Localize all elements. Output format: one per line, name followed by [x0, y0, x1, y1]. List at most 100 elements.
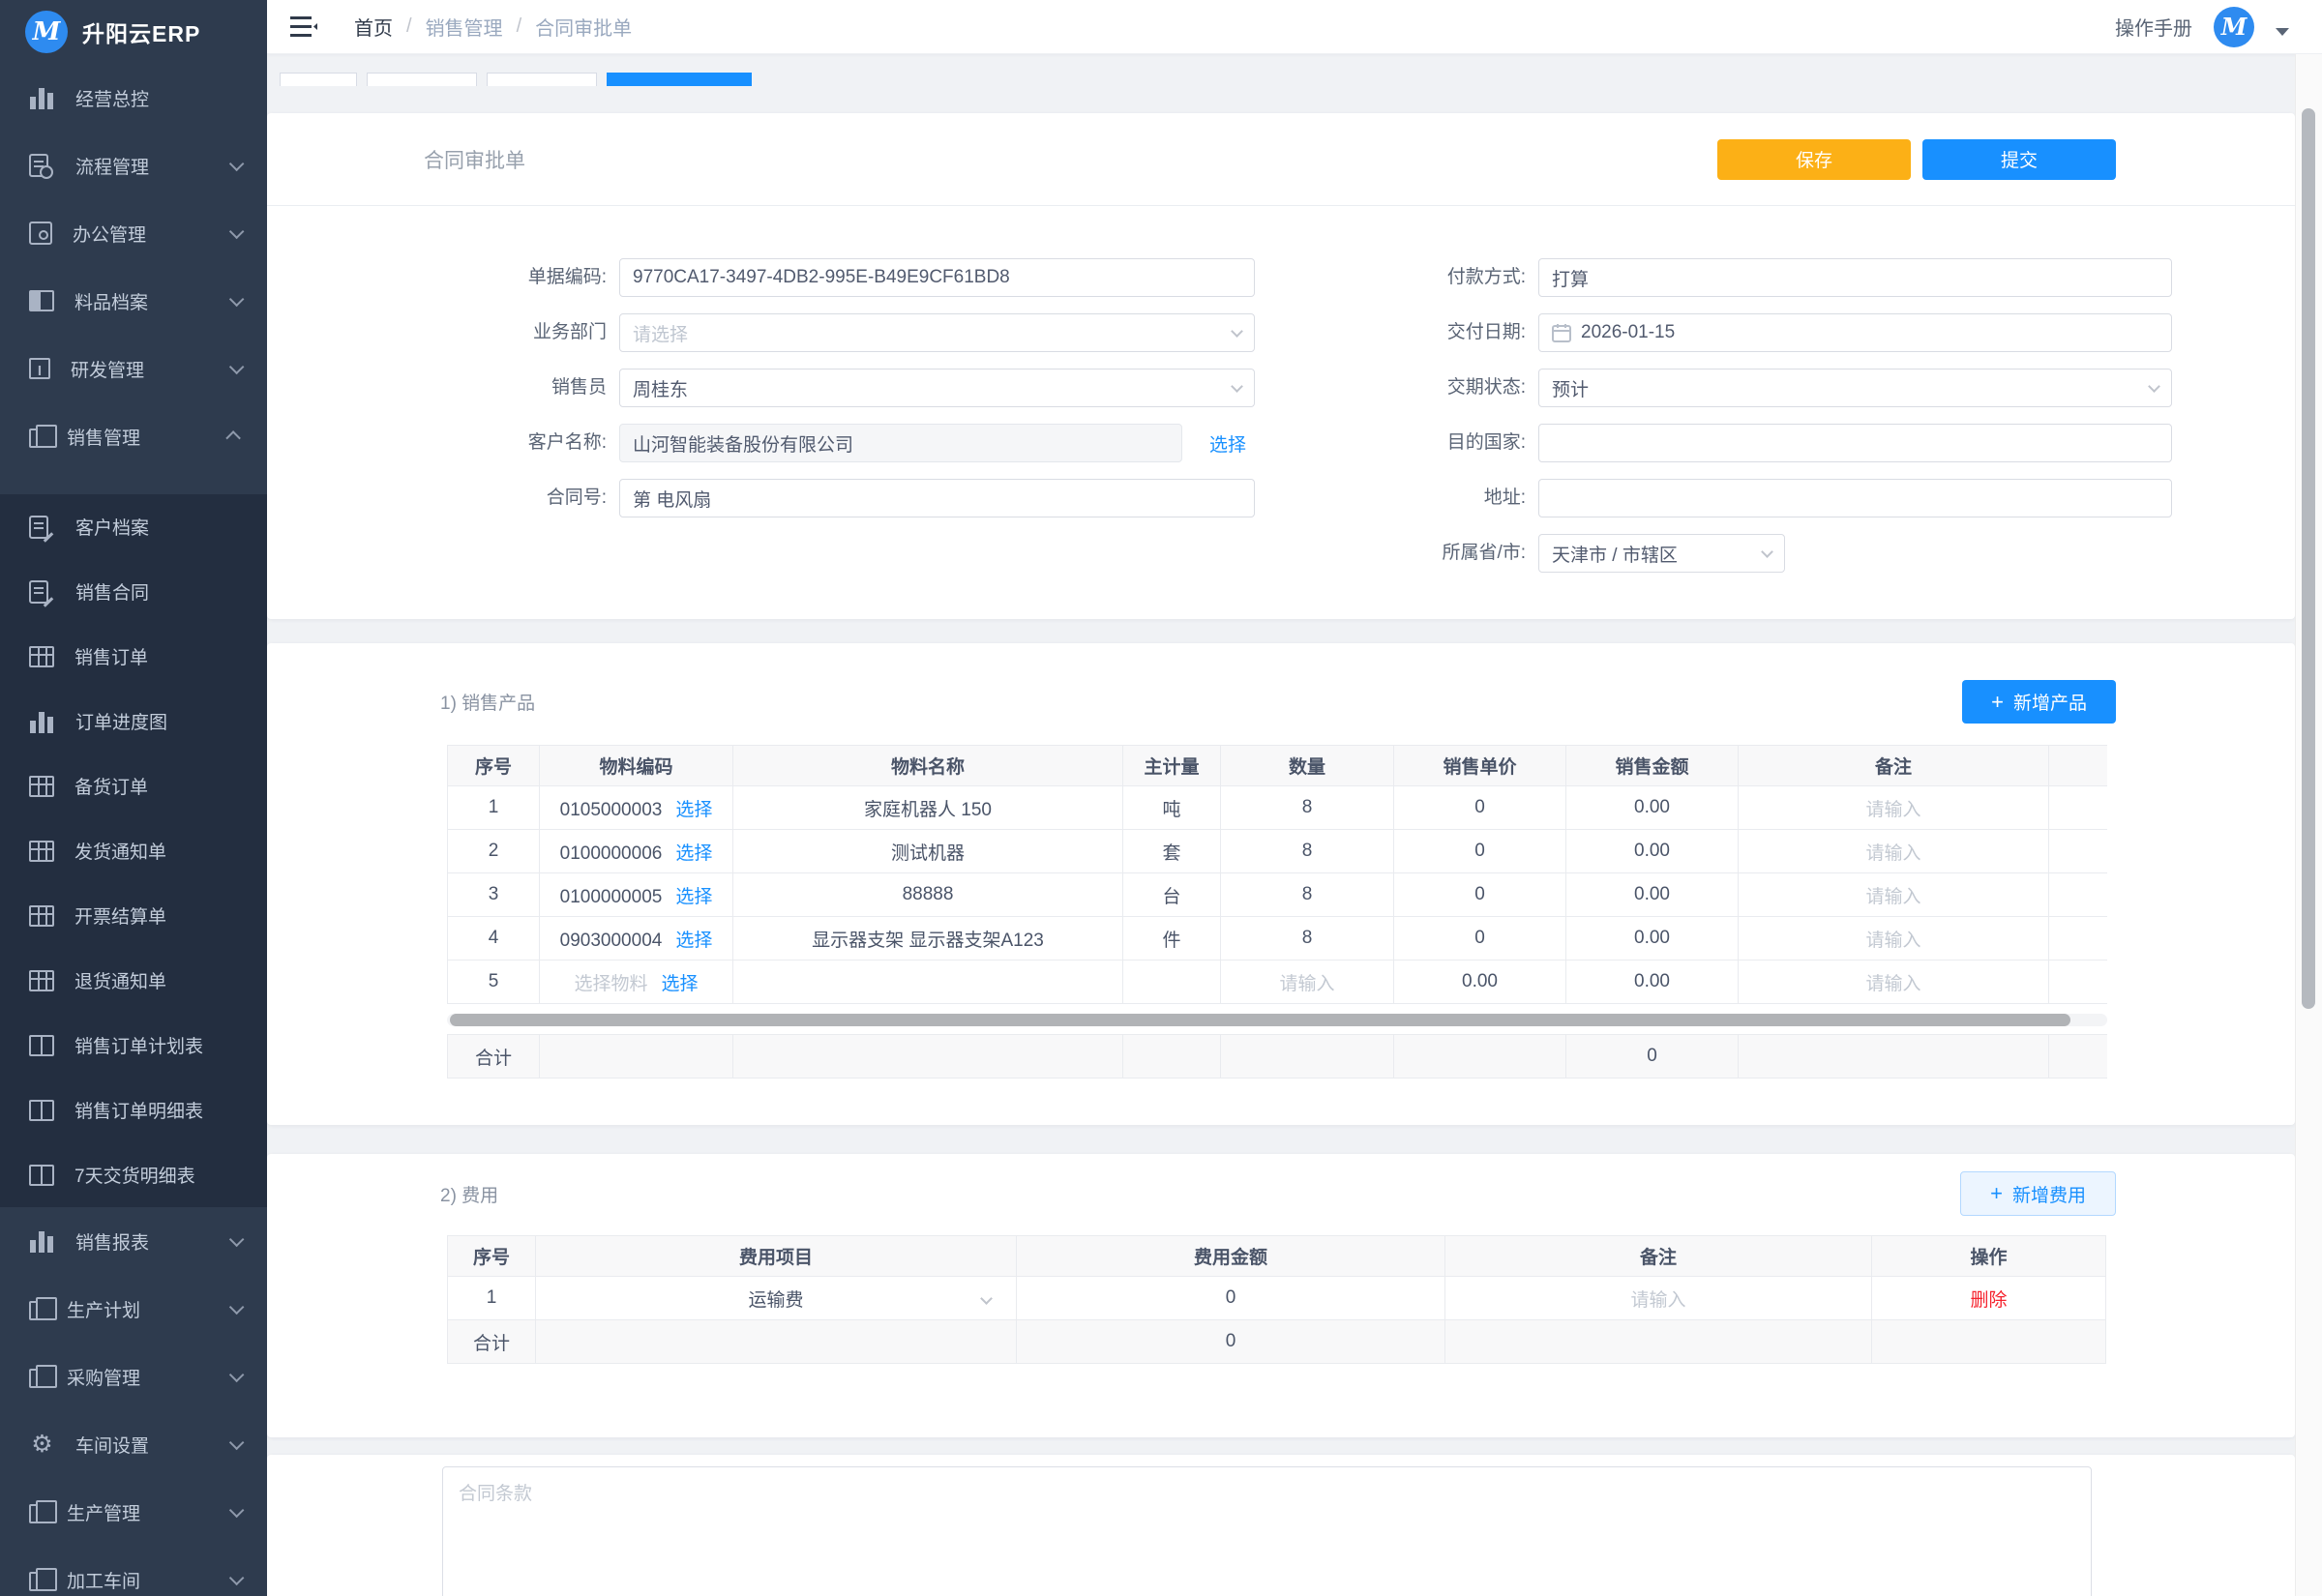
sidebar-item-workshop-settings[interactable]: ⚙ 车间设置: [0, 1410, 267, 1478]
dest-country-input[interactable]: [1538, 424, 2172, 462]
add-product-button[interactable]: +新增产品: [1962, 680, 2116, 724]
note-cell[interactable]: 请输入: [1739, 917, 2049, 961]
chevron-down-icon: [1761, 546, 1773, 558]
vertical-scrollbar-thumb[interactable]: [2302, 108, 2315, 1009]
sidebar-item-production-plan[interactable]: 生产计划: [0, 1275, 267, 1343]
price-cell[interactable]: 0.00: [1394, 961, 1566, 1004]
save-button[interactable]: 保存: [1717, 139, 1911, 180]
payment-method-input[interactable]: [1538, 258, 2172, 297]
material-select-link[interactable]: 选择: [662, 974, 699, 994]
sidebar-item-sales-order-plan[interactable]: 销售订单计划表: [0, 1013, 267, 1078]
rd-icon: [29, 358, 50, 379]
dept-select[interactable]: 请选择: [619, 313, 1255, 352]
add-fee-button[interactable]: +新增费用: [1960, 1171, 2116, 1216]
contract-no-input[interactable]: [619, 479, 1255, 517]
delivery-date-input[interactable]: 2026-01-15: [1538, 313, 2172, 352]
collapse-sidebar-icon[interactable]: [290, 16, 317, 38]
qty-cell[interactable]: 8: [1221, 917, 1394, 961]
sales-products-card: 1) 销售产品 +新增产品 序号物料编码物料名称 主计量数量销售单价 销售金额备…: [267, 643, 2295, 1125]
sidebar-item-customer-archive[interactable]: 客户档案: [0, 494, 267, 559]
qty-cell[interactable]: 8: [1221, 873, 1394, 917]
qty-cell[interactable]: 8: [1221, 830, 1394, 873]
sidebar-item-processing-workshop[interactable]: 加工车间: [0, 1546, 267, 1596]
horizontal-scrollbar-thumb[interactable]: [450, 1014, 2070, 1026]
address-input[interactable]: [1538, 479, 2172, 517]
breadcrumb-current-page: 合同审批单: [535, 13, 632, 41]
sidebar-item-return-notice[interactable]: 退货通知单: [0, 948, 267, 1013]
sidebar-item-sales-order[interactable]: 销售订单: [0, 624, 267, 689]
process-doc-icon: [29, 154, 48, 177]
office-card-icon: [29, 222, 52, 245]
fee-amount-cell[interactable]: 0: [1017, 1277, 1445, 1320]
chevron-down-icon: [1231, 325, 1243, 338]
doc-edit-icon: [29, 580, 48, 604]
sidebar-item-purchase-mgmt[interactable]: 采购管理: [0, 1343, 267, 1410]
customer-select-link[interactable]: 选择: [1209, 430, 1246, 457]
vertical-scrollbar[interactable]: [2295, 54, 2322, 1596]
sidebar-item-process-mgmt[interactable]: 流程管理: [0, 132, 267, 199]
material-select-link[interactable]: 选择: [675, 843, 712, 864]
province-select[interactable]: 天津市 / 市辖区: [1538, 534, 1785, 573]
qty-cell[interactable]: 请输入: [1221, 961, 1394, 1004]
tab-sales-contract[interactable]: 销售合同: [487, 73, 597, 86]
note-cell[interactable]: 请输入: [1739, 873, 2049, 917]
manual-link[interactable]: 操作手册: [2115, 13, 2192, 41]
horizontal-scrollbar[interactable]: [447, 1014, 2107, 1026]
note-cell[interactable]: 请输入: [1739, 786, 2049, 830]
plus-icon: +: [1990, 1183, 2003, 1204]
sidebar-item-office-mgmt[interactable]: 办公管理: [0, 199, 267, 267]
sidebar-item-materials-archive[interactable]: 料品档案: [0, 267, 267, 335]
chevron-down-icon: [229, 1502, 245, 1518]
files-icon: [29, 1301, 46, 1320]
products-table: 序号物料编码物料名称 主计量数量销售单价 销售金额备注操作 1 01050000…: [447, 745, 2107, 1004]
contract-form: 单据编码: 付款方式: 业务部门 请选择 交付日期: 2026-01-15: [267, 206, 2295, 619]
breadcrumb-home[interactable]: 首页: [354, 13, 393, 41]
bar-chart-icon: [29, 86, 55, 109]
price-cell[interactable]: 0: [1394, 873, 1566, 917]
chevron-down-icon: [229, 223, 245, 239]
delete-row-link[interactable]: 删除: [1970, 1290, 2007, 1311]
breadcrumb-sales-mgmt[interactable]: 销售管理: [426, 13, 503, 41]
doc-code-input[interactable]: [619, 258, 1255, 297]
price-cell[interactable]: 0: [1394, 786, 1566, 830]
chevron-down-icon[interactable]: [2276, 28, 2289, 36]
avatar[interactable]: M: [2214, 7, 2254, 47]
note-cell[interactable]: 请输入: [1739, 961, 2049, 1004]
sidebar-item-7day-delivery-detail[interactable]: 7天交货明细表: [0, 1142, 267, 1207]
fees-table-viewport: 序号费用项目费用金额 备注操作 1 运输费 0 请输入 删除 合计: [447, 1235, 2107, 1364]
material-select-link[interactable]: 选择: [675, 931, 712, 951]
salesman-select[interactable]: 周桂东: [619, 369, 1255, 407]
tab-contract-approval[interactable]: 合同审批单: [607, 73, 752, 86]
contract-terms-textarea[interactable]: [442, 1466, 2092, 1596]
delivery-status-select[interactable]: 预计: [1538, 369, 2172, 407]
sidebar-item-sales-report[interactable]: 销售报表: [0, 1207, 267, 1275]
fee-item-select[interactable]: 运输费: [536, 1277, 1017, 1320]
sidebar-item-invoice-settlement[interactable]: 开票结算单: [0, 883, 267, 948]
submit-button[interactable]: 提交: [1922, 139, 2116, 180]
app-logo: M 升阳云ERP: [0, 0, 267, 64]
doc-edit-icon: [29, 516, 48, 539]
products-section-title: 1) 销售产品: [440, 689, 535, 715]
sidebar-item-sales-order-detail[interactable]: 销售订单明细表: [0, 1078, 267, 1142]
chevron-down-icon: [229, 156, 245, 171]
product-row: 5 选择物料选择 请输入 0.00 0.00 请输入 删除: [448, 961, 2108, 1004]
price-cell[interactable]: 0: [1394, 830, 1566, 873]
material-select-link[interactable]: 选择: [675, 887, 712, 907]
sidebar-item-production-mgmt[interactable]: 生产管理: [0, 1478, 267, 1546]
sidebar-item-operations-dashboard[interactable]: 经营总控: [0, 64, 267, 132]
chevron-down-icon: [2148, 380, 2160, 393]
tab-home[interactable]: 首页: [280, 73, 357, 86]
note-cell[interactable]: 请输入: [1739, 830, 2049, 873]
sidebar-item-order-progress[interactable]: 订单进度图: [0, 689, 267, 754]
sidebar-item-shipping-notice[interactable]: 发货通知单: [0, 818, 267, 883]
qty-cell[interactable]: 8: [1221, 786, 1394, 830]
sidebar-item-stock-order[interactable]: 备货订单: [0, 754, 267, 818]
product-row: 2 0100000006选择 测试机器 套 8 0 0.00 请输入 删除: [448, 830, 2108, 873]
tab-customer-archive[interactable]: 客户档案: [367, 73, 477, 86]
sidebar-item-sales-contract[interactable]: 销售合同: [0, 559, 267, 624]
material-select-link[interactable]: 选择: [675, 800, 712, 820]
sidebar-item-sales-mgmt[interactable]: 销售管理: [0, 402, 267, 470]
note-cell[interactable]: 请输入: [1445, 1277, 1872, 1320]
price-cell[interactable]: 0: [1394, 917, 1566, 961]
sidebar-item-rd-mgmt[interactable]: 研发管理: [0, 335, 267, 402]
